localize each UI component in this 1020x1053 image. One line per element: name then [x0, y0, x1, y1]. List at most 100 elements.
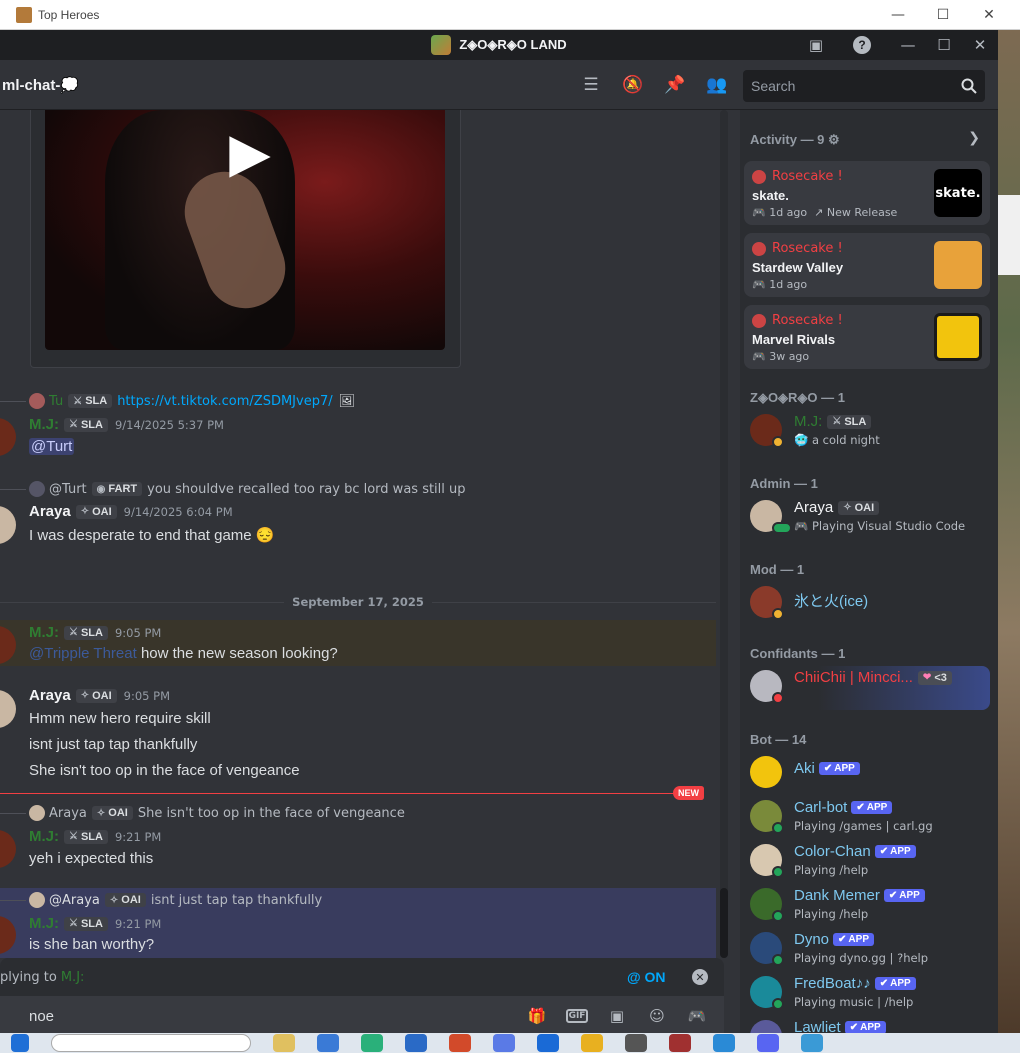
message-author[interactable]: M.J:: [29, 828, 59, 845]
taskbar-app-icon[interactable]: [669, 1034, 691, 1052]
message-author[interactable]: Araya: [29, 503, 71, 520]
taskbar-app-icon[interactable]: [537, 1034, 559, 1052]
member-status: Playing /help: [794, 863, 869, 877]
activity-card[interactable]: Rosecake ! Stardew Valley 🎮 1d ago: [744, 233, 990, 297]
search-box[interactable]: [743, 70, 985, 102]
taskbar-app-icon[interactable]: [801, 1034, 823, 1052]
taskbar-app-icon[interactable]: [449, 1034, 471, 1052]
search-icon[interactable]: [961, 78, 977, 94]
chat-scrollbar-thumb[interactable]: [720, 888, 728, 958]
message-author[interactable]: M.J:: [29, 624, 59, 641]
sticker-icon[interactable]: ▣: [606, 1006, 628, 1026]
sparkle-icon: ✧: [109, 894, 119, 906]
activity-card[interactable]: Rosecake ! Marvel Rivals 🎮 3w ago: [744, 305, 990, 369]
reply-text[interactable]: you shouldve recalled too ray bc lord wa…: [147, 482, 465, 497]
gift-icon[interactable]: 🎁: [526, 1006, 548, 1026]
outer-close-button[interactable]: ✕: [966, 0, 1012, 30]
mention-toggle[interactable]: @ ON: [627, 969, 666, 985]
role-tag: ✧ OAI: [104, 893, 146, 907]
emoji-icon[interactable]: ☺: [646, 1006, 668, 1026]
user-mention[interactable]: @Tripple Threat: [29, 645, 137, 662]
sword-icon: ⚔: [69, 918, 78, 929]
online-status-icon: [772, 954, 784, 966]
taskbar-app-icon[interactable]: [581, 1034, 603, 1052]
taskbar-app-icon[interactable]: [625, 1034, 647, 1052]
taskbar-search-box[interactable]: [51, 1034, 251, 1052]
taskbar-app-icon[interactable]: [361, 1034, 383, 1052]
reply-text[interactable]: She isn't too op in the face of vengeanc…: [138, 806, 405, 821]
outer-minimize-button[interactable]: —: [875, 0, 921, 30]
chevron-right-icon[interactable]: ❯: [968, 130, 980, 146]
reply-preview[interactable]: Araya ✧ OAI She isn't too op in the face …: [0, 804, 405, 822]
member-item[interactable]: ChiiChii | Mincci... ❤ <3: [744, 666, 990, 710]
close-button[interactable]: ✕: [962, 30, 998, 60]
gif-icon[interactable]: GIF: [565, 1006, 589, 1026]
taskbar-app-icon[interactable]: [273, 1034, 295, 1052]
member-item[interactable]: Lawliet ✔ APP: [750, 1016, 994, 1033]
start-icon[interactable]: [11, 1034, 29, 1052]
chat-scrollbar-track[interactable]: [720, 110, 728, 958]
play-icon[interactable]: ▶: [223, 120, 277, 184]
activity-user: Rosecake !: [772, 241, 843, 256]
activities-icon[interactable]: 🎮: [686, 1006, 708, 1026]
member-name: 氷と火(ice): [794, 593, 869, 610]
threads-icon[interactable]: ☰: [580, 74, 602, 96]
svg-text:?: ?: [858, 38, 865, 52]
reply-author[interactable]: Tu: [49, 394, 63, 409]
activity-card[interactable]: Rosecake ! skate. 🎮 1d ago ↗ New Release…: [744, 161, 990, 225]
member-item[interactable]: Dank Memer ✔ APP Playing /help: [750, 884, 994, 928]
reply-link[interactable]: https://vt.tiktok.com/ZSDMJvep7/: [117, 394, 332, 409]
taskbar-app-icon[interactable]: [317, 1034, 339, 1052]
member-item[interactable]: Aki ✔ APP: [750, 752, 994, 796]
member-item[interactable]: Dyno ✔ APP Playing dyno.gg | ?help: [750, 928, 994, 972]
message-author[interactable]: M.J:: [29, 915, 59, 932]
avatar: [29, 805, 45, 821]
member-item[interactable]: 氷と火(ice): [750, 582, 994, 626]
online-status-icon: [772, 522, 792, 534]
tiktok-video-thumbnail[interactable]: ▶: [45, 110, 445, 350]
minimize-button[interactable]: —: [890, 30, 926, 60]
message-composer[interactable]: 🎁 GIF ▣ ☺ 🎮: [0, 996, 724, 1033]
search-input[interactable]: [751, 78, 961, 94]
member-name: Dank Memer: [794, 887, 880, 904]
reply-author[interactable]: @Turt: [49, 482, 87, 497]
message-list: ▶ Tu ⚔ SLA https://vt.tiktok.com/ZSDMJvep…: [0, 110, 732, 958]
message-author[interactable]: Araya: [29, 687, 71, 704]
taskbar-discord-icon[interactable]: [757, 1034, 779, 1052]
message-input[interactable]: [29, 1007, 509, 1025]
maximize-button[interactable]: ☐: [926, 30, 962, 60]
member-item[interactable]: FredBoat♪♪ ✔ APP Playing music | /help: [750, 972, 994, 1016]
member-item[interactable]: Color-Chan ✔ APP Playing /help: [750, 840, 994, 884]
reply-author[interactable]: Araya: [49, 806, 87, 821]
reply-author[interactable]: @Araya: [49, 893, 100, 908]
member-item[interactable]: Carl-bot ✔ APP Playing /games | carl.gg: [750, 796, 994, 840]
gear-icon[interactable]: ⚙: [828, 132, 840, 147]
notification-settings-icon[interactable]: 🔕: [622, 74, 644, 96]
reply-preview[interactable]: @Turt ◉ FART you shouldve recalled too ra…: [0, 480, 466, 498]
reply-text[interactable]: isnt just tap tap thankfully: [151, 893, 322, 908]
role-tag: ⚔ SLA: [64, 916, 108, 931]
role-header: Z◈O◈R◈O — 1: [750, 390, 845, 405]
activity-header[interactable]: Activity — 9 ⚙: [750, 132, 840, 148]
member-name: M.J:: [794, 413, 823, 430]
member-item[interactable]: M.J: ⚔ SLA 🥶 a cold night: [750, 410, 994, 454]
user-mention[interactable]: @Turt: [29, 438, 75, 455]
app-tag: ✔ APP: [844, 1021, 886, 1033]
member-item[interactable]: Araya ✧ OAI 🎮 Playing Visual Studio Code: [750, 496, 994, 540]
sword-icon: ⚔: [832, 416, 842, 427]
member-list-icon[interactable]: 👥: [706, 74, 728, 96]
reply-preview[interactable]: @Araya ✧ OAI isnt just tap tap thankfully: [0, 891, 322, 909]
help-icon[interactable]: ?: [844, 30, 880, 60]
skate-thumbnail: skate.: [934, 169, 982, 217]
message-author[interactable]: M.J:: [29, 416, 59, 433]
reply-preview[interactable]: Tu ⚔ SLA https://vt.tiktok.com/ZSDMJvep7/…: [0, 392, 355, 410]
taskbar-app-icon[interactable]: [713, 1034, 735, 1052]
idle-status-icon: [772, 608, 784, 620]
close-reply-icon[interactable]: ✕: [692, 969, 708, 985]
taskbar-app-icon[interactable]: [493, 1034, 515, 1052]
new-badge: NEW: [673, 786, 704, 800]
outer-maximize-button[interactable]: ☐: [920, 0, 966, 30]
taskbar-app-icon[interactable]: [405, 1034, 427, 1052]
inbox-icon[interactable]: ▣: [798, 30, 834, 60]
pinned-messages-icon[interactable]: 📌: [664, 74, 686, 96]
